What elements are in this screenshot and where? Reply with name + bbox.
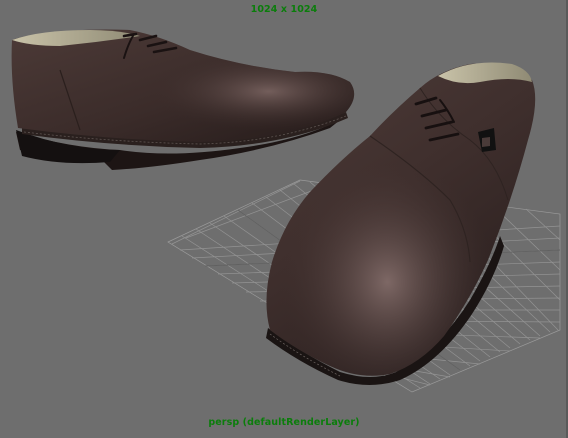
camera-name-label: persp (defaultRenderLayer) xyxy=(208,417,360,428)
perspective-viewport[interactable]: 1024 x 1024 persp (defaultRenderLayer) xyxy=(0,0,568,438)
resolution-gate-label: 1024 x 1024 xyxy=(250,4,318,15)
viewport-scene[interactable] xyxy=(0,0,568,438)
left-shoe-model[interactable] xyxy=(11,29,355,171)
